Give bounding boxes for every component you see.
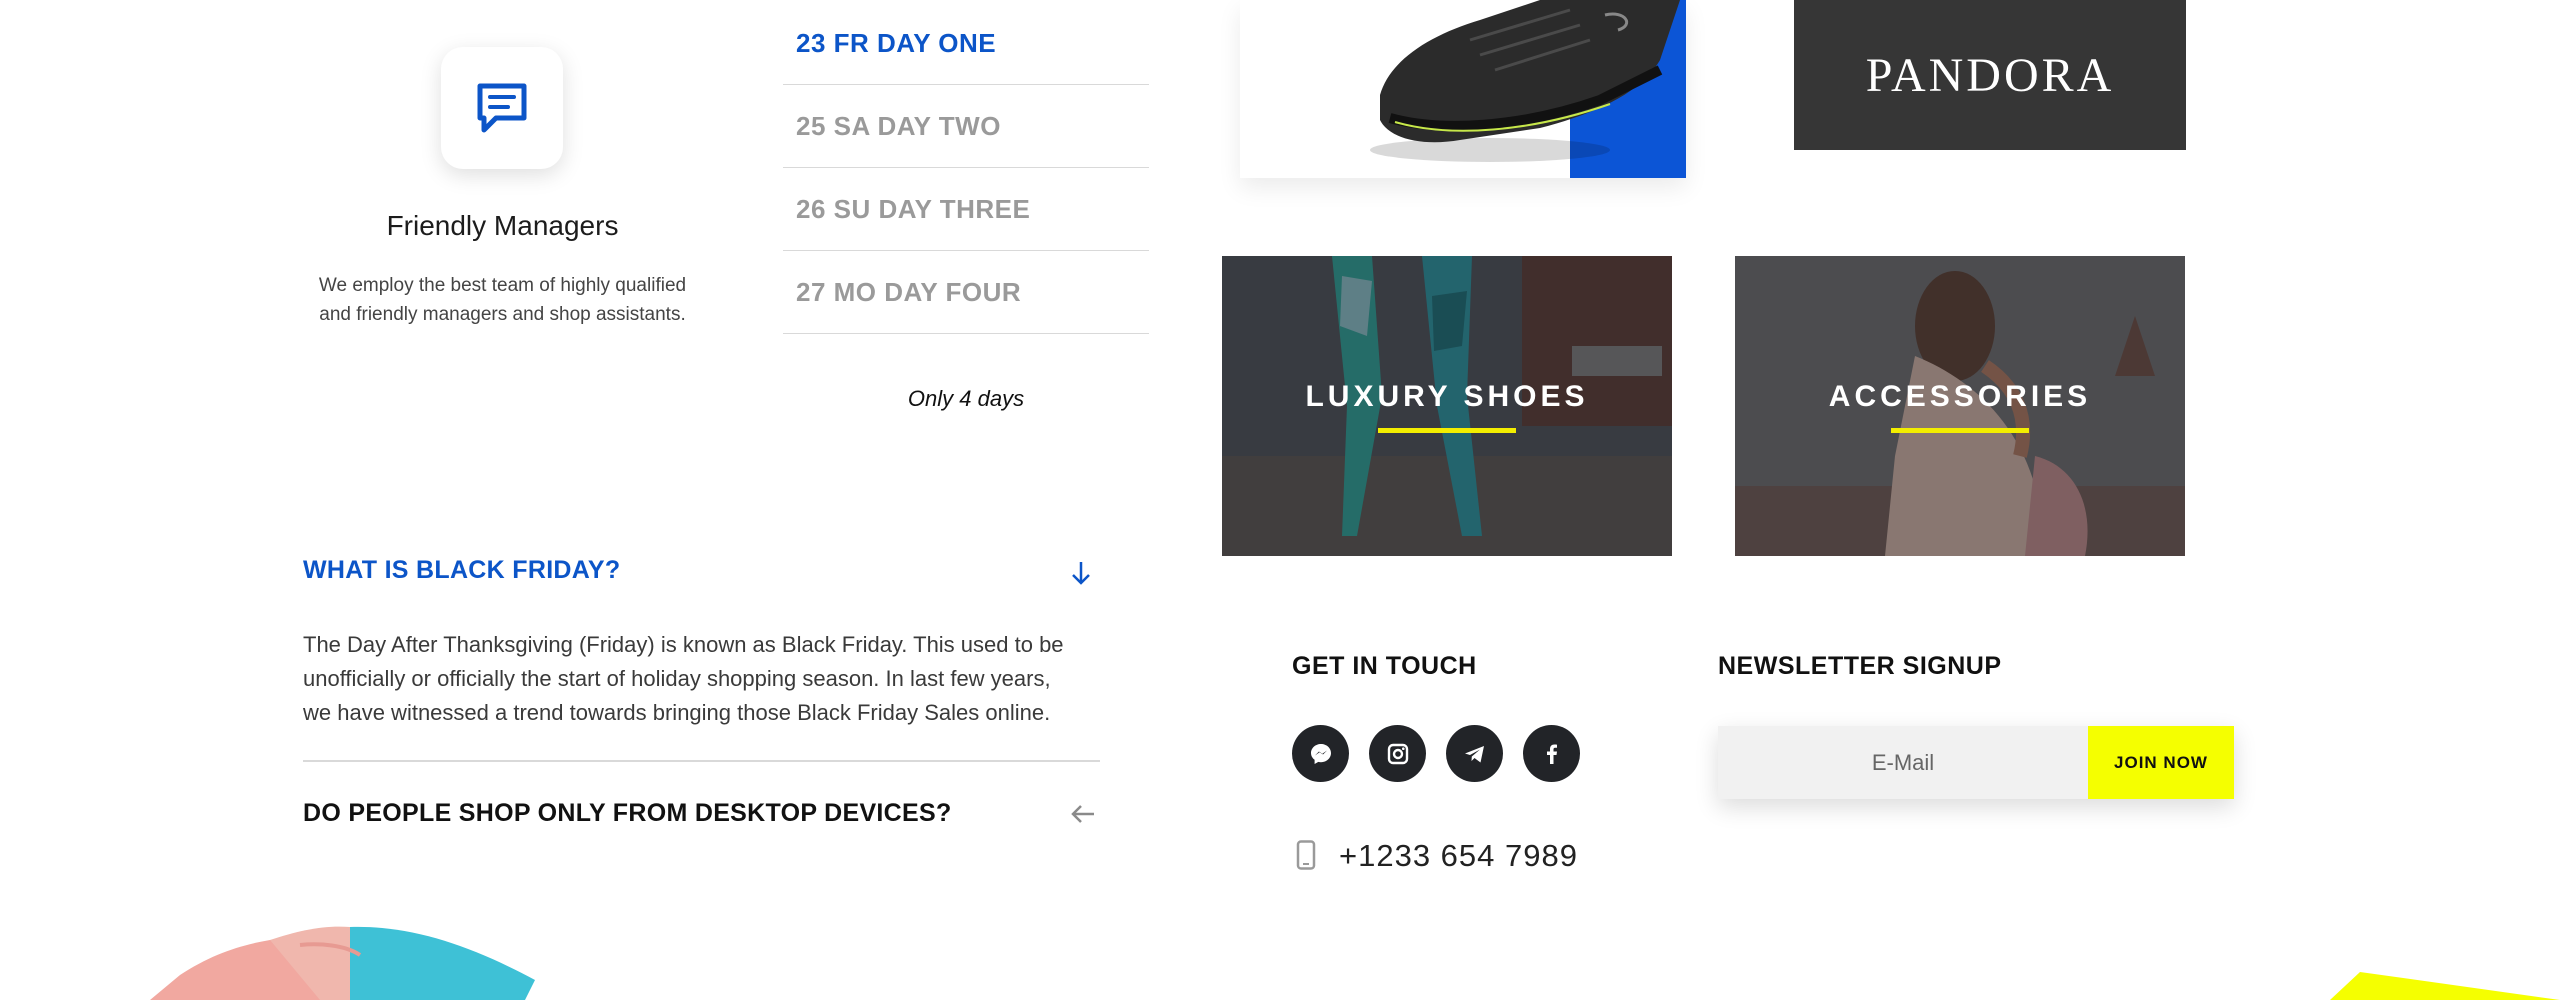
- yellow-shape-decoration: [2330, 972, 2560, 1000]
- facebook-icon: [1546, 744, 1557, 764]
- tab-day-two[interactable]: 25 SA DAY TWO: [783, 85, 1149, 168]
- feature-description-line: We employ the best team of highly qualif…: [318, 275, 687, 296]
- tshirt-image: [150, 926, 535, 1000]
- instagram-button[interactable]: [1369, 725, 1426, 782]
- sneaker-image: [1370, 0, 1680, 162]
- tab-day-four[interactable]: 27 MO DAY FOUR: [783, 251, 1149, 334]
- faq-question-desktop-devices[interactable]: DO PEOPLE SHOP ONLY FROM DESKTOP DEVICES…: [303, 799, 952, 828]
- days-note: Only 4 days: [907, 386, 1025, 411]
- sneaker-image-tile[interactable]: [1240, 0, 1686, 178]
- category-accessories[interactable]: ACCESSORIES: [1735, 256, 2185, 556]
- newsletter-form: JOIN NOW: [1718, 726, 2234, 799]
- faq-answer-line: The Day After Thanksgiving (Friday) is k…: [303, 632, 1064, 657]
- phone-icon: [1296, 840, 1316, 870]
- category-underline: [1378, 428, 1516, 433]
- pandora-brand-logo[interactable]: PANDORA: [1794, 0, 2186, 150]
- messenger-button[interactable]: [1292, 725, 1349, 782]
- pandora-logo-text: PANDORA: [1865, 48, 2115, 102]
- telegram-button[interactable]: [1446, 725, 1503, 782]
- arrow-down-icon[interactable]: [1070, 560, 1092, 586]
- faq-answer: The Day After Thanksgiving (Friday) is k…: [303, 628, 1103, 730]
- join-now-button[interactable]: JOIN NOW: [2088, 726, 2234, 799]
- feature-description: We employ the best team of highly qualif…: [300, 271, 705, 329]
- facebook-button[interactable]: [1523, 725, 1580, 782]
- tab-day-one[interactable]: 23 FR DAY ONE: [783, 2, 1149, 85]
- instagram-icon: [1387, 743, 1408, 764]
- faq-question-black-friday[interactable]: WHAT IS BLACK FRIDAY?: [303, 556, 620, 585]
- newsletter-title: NEWSLETTER SIGNUP: [1718, 652, 2002, 680]
- chat-icon: [477, 83, 527, 133]
- email-input[interactable]: [1718, 726, 2088, 799]
- faq-answer-line: unofficially or officially the start of …: [303, 666, 1051, 691]
- feature-description-line: and friendly managers and shop assistant…: [319, 304, 686, 325]
- faq-divider: [303, 760, 1100, 762]
- category-underline: [1891, 428, 2029, 433]
- arrow-left-icon[interactable]: [1070, 803, 1096, 825]
- category-luxury-shoes[interactable]: LUXURY SHOES: [1222, 256, 1672, 556]
- feature-icon-box: [441, 47, 563, 169]
- telegram-icon: [1464, 745, 1484, 762]
- category-title: LUXURY SHOES: [1305, 380, 1589, 413]
- messenger-icon: [1310, 743, 1331, 764]
- phone-number[interactable]: +1233 654 7989: [1339, 838, 1578, 874]
- feature-title: Friendly Managers: [386, 210, 619, 241]
- faq-answer-line: we have witnessed a trend towards bringi…: [303, 700, 1051, 725]
- tab-day-three[interactable]: 26 SU DAY THREE: [783, 168, 1149, 251]
- category-title: ACCESSORIES: [1828, 380, 2092, 413]
- get-in-touch-title: GET IN TOUCH: [1292, 652, 1477, 680]
